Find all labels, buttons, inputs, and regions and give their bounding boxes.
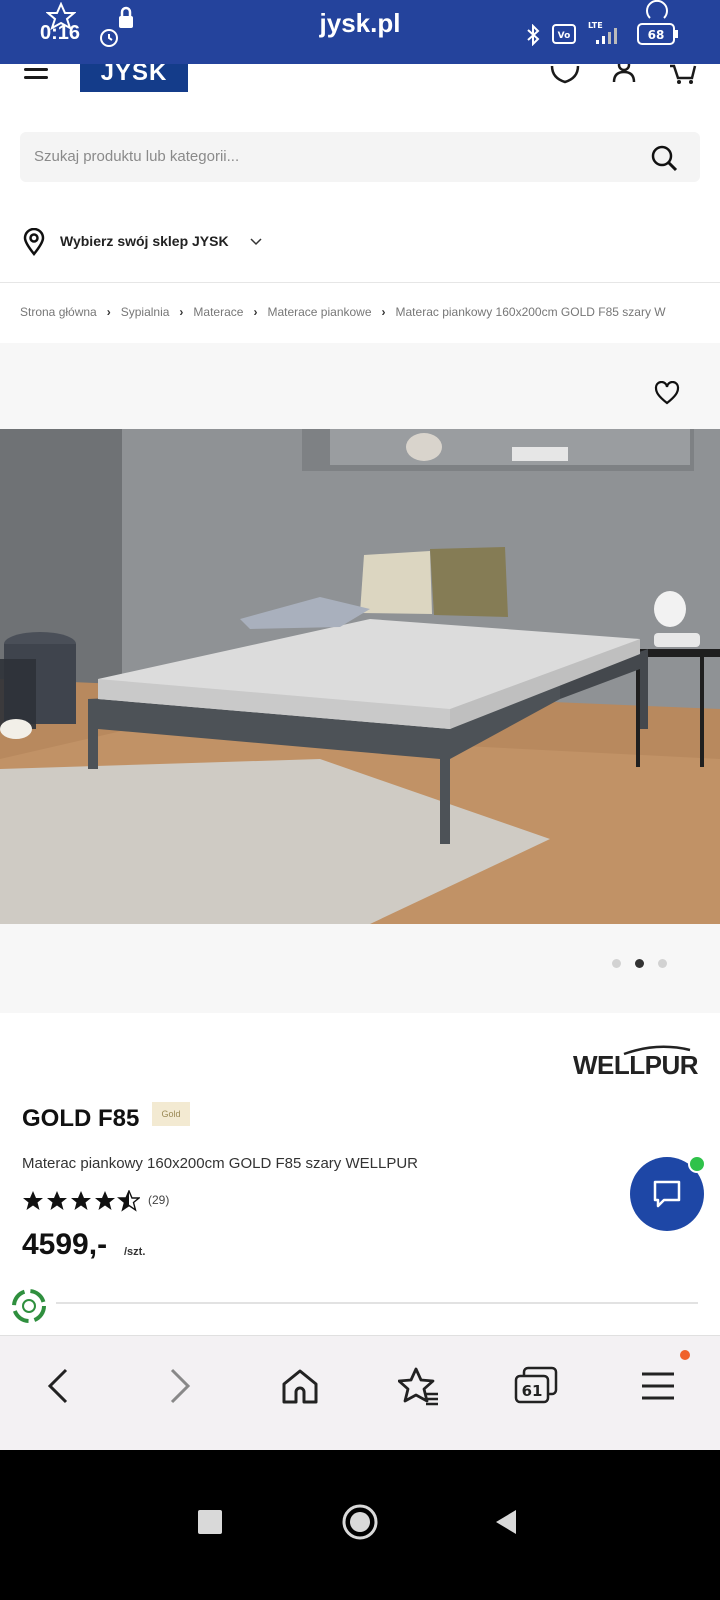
eco-icon	[12, 1289, 46, 1323]
product-gallery[interactable]	[0, 343, 720, 1013]
breadcrumb-item[interactable]: Sypialnia	[121, 305, 170, 319]
menu-icon[interactable]	[24, 68, 48, 82]
brand-logo[interactable]: WELLPUR	[573, 1050, 699, 1081]
back-icon[interactable]	[44, 1366, 72, 1406]
chevron-right-icon: ›	[253, 305, 258, 319]
breadcrumb-current: Materac piankowy 160x200cm GOLD F85 szar…	[395, 305, 666, 319]
bookmarks-icon[interactable]	[398, 1366, 440, 1406]
chevron-right-icon: ›	[179, 305, 184, 319]
volte-icon: Vo	[552, 24, 576, 44]
cart-icon[interactable]	[668, 64, 698, 86]
search-icon[interactable]	[650, 144, 678, 172]
chevron-down-icon	[250, 238, 262, 246]
jysk-logo[interactable]: JYSK	[80, 64, 188, 92]
heart-icon[interactable]	[550, 64, 580, 84]
gallery-dot-active[interactable]	[635, 959, 644, 968]
chat-button[interactable]	[630, 1155, 706, 1231]
review-count[interactable]: (29)	[148, 1193, 169, 1207]
recent-apps-button[interactable]	[198, 1510, 222, 1534]
search-bar[interactable]: Szukaj produktu lub kategorii...	[20, 132, 700, 182]
divider	[56, 1302, 698, 1304]
menu-icon[interactable]	[640, 1366, 676, 1406]
browser-toolbar: 61	[0, 1335, 720, 1450]
status-bar: 0:16 jysk.pl Vo LTE 68	[0, 0, 720, 64]
site-header: JYSK	[0, 64, 720, 120]
price-unit: /szt.	[124, 1246, 146, 1258]
product-description: Materac piankowy 160x200cm GOLD F85 szar…	[22, 1155, 418, 1172]
rating-stars[interactable]	[22, 1190, 140, 1212]
home-icon[interactable]	[280, 1366, 320, 1406]
online-indicator	[688, 1155, 706, 1173]
system-nav-bar	[0, 1450, 720, 1600]
chevron-right-icon: ›	[106, 305, 111, 319]
svg-text:61: 61	[522, 1382, 543, 1400]
search-input[interactable]: Szukaj produktu lub kategorii...	[34, 148, 239, 165]
tabs-icon[interactable]: 61	[514, 1366, 558, 1411]
breadcrumb: Strona główna › Sypialnia › Materace › Materac…	[20, 305, 710, 319]
product-price: 4599,-	[22, 1228, 108, 1261]
notification-dot	[680, 1350, 690, 1360]
store-selector[interactable]: Wybierz swój sklep JYSK	[22, 227, 262, 257]
chevron-right-icon: ›	[381, 305, 386, 319]
breadcrumb-item[interactable]: Materace	[193, 305, 243, 319]
gallery-dot[interactable]	[612, 959, 621, 968]
breadcrumb-item[interactable]: Strona główna	[20, 305, 97, 319]
store-selector-label[interactable]: Wybierz swój sklep JYSK	[60, 233, 229, 249]
home-button[interactable]	[342, 1504, 378, 1540]
svg-text:Vo: Vo	[558, 31, 571, 41]
screen: 0:16 jysk.pl Vo LTE 68 JYSK Szukaj produ…	[0, 0, 720, 1600]
gold-badge: Gold	[152, 1102, 190, 1126]
divider	[0, 282, 720, 283]
product-name: GOLD F85	[22, 1105, 140, 1132]
svg-text:68: 68	[648, 28, 665, 42]
breadcrumb-item[interactable]: Materace piankowe	[267, 305, 371, 319]
signal-icon: LTE	[588, 21, 617, 44]
svg-text:LTE: LTE	[588, 21, 603, 30]
heart-icon[interactable]	[654, 381, 680, 405]
battery-icon: 68	[637, 0, 678, 45]
back-button[interactable]	[494, 1508, 518, 1536]
user-icon[interactable]	[610, 64, 638, 84]
chat-icon	[653, 1180, 681, 1208]
location-pin-icon	[23, 227, 45, 257]
gallery-dot[interactable]	[658, 959, 667, 968]
gallery-pagination	[612, 955, 681, 973]
forward-icon[interactable]	[166, 1366, 194, 1406]
bluetooth-icon	[527, 24, 540, 46]
product-image[interactable]	[0, 429, 720, 924]
